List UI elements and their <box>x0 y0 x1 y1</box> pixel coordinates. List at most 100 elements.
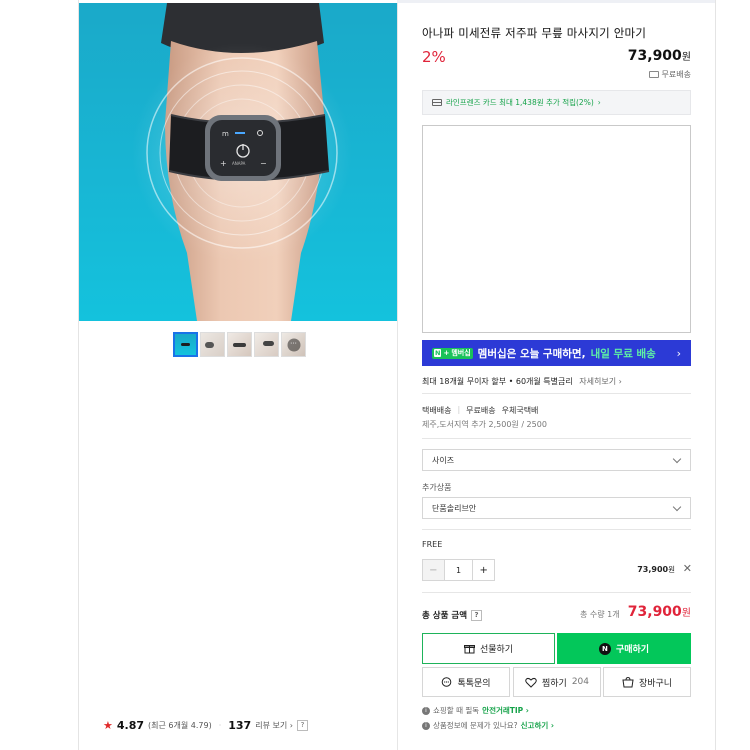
top-strip <box>397 0 715 3</box>
cart-button-label: 장바구니 <box>638 678 673 689</box>
price-value: 73,900 <box>627 48 682 64</box>
notice-safe-trade: i 쇼핑할 때 필독 안전거래TIP › <box>422 705 529 716</box>
talk-inquiry-button[interactable]: 톡톡문의 <box>422 667 510 697</box>
info-icon: i <box>422 706 430 715</box>
cart-icon <box>622 676 634 687</box>
wish-count: 204 <box>571 677 590 687</box>
product-price: 73,900원 <box>628 48 691 64</box>
cart-button[interactable]: 장바구니 <box>603 667 691 697</box>
product-title: 아나파 미세전류 저주파 무릎 마사지기 안마기 <box>422 26 647 40</box>
addon-select[interactable]: 단품솔리브안 <box>422 497 691 519</box>
membership-highlight: 내일 무료 배송 <box>590 347 656 360</box>
divider <box>422 393 691 394</box>
total-label: 총 상품 금액 ? <box>422 609 483 621</box>
rating-score: 4.87 <box>116 719 145 732</box>
discount-rate: 2% <box>422 48 446 66</box>
divider <box>422 592 691 593</box>
help-icon[interactable]: ? <box>471 609 483 621</box>
svg-text:−: − <box>260 159 267 168</box>
naver-plus-badge: N + 멤버십 <box>432 347 473 359</box>
shipping-note: 제주,도서지역 추가 2,500원 / 2500 <box>422 420 547 429</box>
buy-button[interactable]: N 구매하기 <box>557 633 691 664</box>
credit-card-icon <box>432 99 442 106</box>
thumbnail-4[interactable] <box>254 332 279 357</box>
thumbnail-1[interactable] <box>173 332 198 357</box>
total-label-text: 총 상품 금액 <box>422 611 468 621</box>
installment-more-link[interactable]: 자세히보기 › <box>579 377 622 386</box>
installment-info: 최대 18개월 무이자 할부 • 60개월 특별금리 자세히보기 › <box>422 376 622 387</box>
card-benefit-banner[interactable]: 라인프렌즈 카드 최대 1,438원 추가 적립(2%) › <box>422 90 691 115</box>
thumbnail-3[interactable] <box>227 332 252 357</box>
notice-report: i 상품정보에 문제가 있나요? 신고하기 › <box>422 720 554 731</box>
size-select[interactable]: 사이즈 <box>422 449 691 471</box>
shipping-fee: 무료배송 <box>466 406 496 415</box>
gift-icon <box>463 645 475 654</box>
chevron-down-icon <box>672 454 682 464</box>
installment-text: 최대 18개월 무이자 할부 • 60개월 특별금리 <box>422 377 573 386</box>
chevron-down-icon <box>672 502 682 512</box>
svg-text:ANAPA: ANAPA <box>232 161 246 166</box>
option-info-panel <box>422 125 691 333</box>
total-count: 총 수량 1개 <box>580 610 620 619</box>
notice-text: 상품정보에 문제가 있나요? <box>433 721 518 730</box>
wish-button[interactable]: 찜하기 204 <box>513 667 601 697</box>
membership-text: 멤버십은 오늘 구매하면, <box>477 347 586 360</box>
selected-option-label: FREE <box>422 540 443 549</box>
gift-button[interactable]: 선물하기 <box>422 633 555 664</box>
total-price: 73,900원 <box>628 604 691 620</box>
more-icon: ··· <box>287 338 300 351</box>
shipping-carrier: 우체국택배 <box>501 406 539 415</box>
wish-button-label: 찜하기 <box>541 678 567 689</box>
buy-button-label: 구매하기 <box>615 645 650 655</box>
divider <box>422 438 691 439</box>
thumbnail-2[interactable] <box>200 332 225 357</box>
notice-text: 쇼핑할 때 필독 <box>433 706 480 715</box>
truck-icon <box>648 71 659 78</box>
report-link[interactable]: 신고하기 › <box>521 720 554 731</box>
price-unit: 원 <box>681 52 691 63</box>
rating-recent: (최근 6개월 4.79) <box>148 721 212 730</box>
star-icon: ★ <box>103 719 113 732</box>
free-shipping: 무료배송 <box>648 69 691 80</box>
total-price-value: 73,900 <box>627 604 682 620</box>
chat-bubble-icon <box>442 676 452 687</box>
quantity-stepper: − 1 + <box>422 559 495 581</box>
thumbnail-strip: ··· <box>173 332 306 357</box>
chevron-right-icon: › <box>597 98 601 107</box>
selected-price-value: 73,900 <box>637 565 669 574</box>
rating-separator: · <box>218 721 222 730</box>
quantity-decrease-button[interactable]: − <box>423 560 445 580</box>
column-divider <box>397 3 398 750</box>
divider <box>422 529 691 530</box>
chevron-right-icon: › <box>676 346 681 360</box>
selected-price-unit: 원 <box>668 565 675 574</box>
shipping-type: 택배배송 <box>422 406 452 415</box>
naver-pay-icon: N <box>598 642 611 655</box>
product-main-image[interactable]: m + − ANAPA <box>79 3 397 321</box>
gift-button-label: 선물하기 <box>479 645 514 655</box>
knee-massager-illustration: m + − ANAPA <box>132 3 352 321</box>
info-icon: i <box>422 721 430 730</box>
review-link[interactable]: 리뷰 보기 › <box>255 720 293 731</box>
review-count: 137 <box>228 719 252 732</box>
talk-button-label: 톡톡문의 <box>457 678 491 689</box>
size-select-value: 사이즈 <box>432 455 455 465</box>
quantity-increase-button[interactable]: + <box>472 560 494 580</box>
close-icon[interactable]: ✕ <box>683 562 692 575</box>
safe-trade-tip-link[interactable]: 안전거래TIP › <box>482 705 529 716</box>
addon-label: 추가상품 <box>422 483 452 492</box>
selected-item-price: 73,900원 <box>637 564 675 575</box>
shipping-methods: 택배배송 | 무료배송 우체국택배 <box>422 405 539 415</box>
help-icon[interactable]: ? <box>296 720 308 731</box>
plus-icon: + <box>443 349 450 357</box>
membership-badge-text: 멤버십 <box>451 349 471 357</box>
svg-text:+: + <box>220 159 227 168</box>
thumbnail-more[interactable]: ··· <box>281 332 306 357</box>
quantity-value[interactable]: 1 <box>445 560 473 580</box>
total-price-unit: 원 <box>681 608 691 619</box>
rating-summary: ★ 4.87 (최근 6개월 4.79) · 137 리뷰 보기 › ? <box>103 719 308 732</box>
heart-icon <box>525 677 537 688</box>
membership-banner[interactable]: N + 멤버십 멤버십은 오늘 구매하면, 내일 무료 배송 › <box>422 340 691 366</box>
addon-select-value: 단품솔리브안 <box>432 503 477 513</box>
svg-text:m: m <box>222 130 229 138</box>
